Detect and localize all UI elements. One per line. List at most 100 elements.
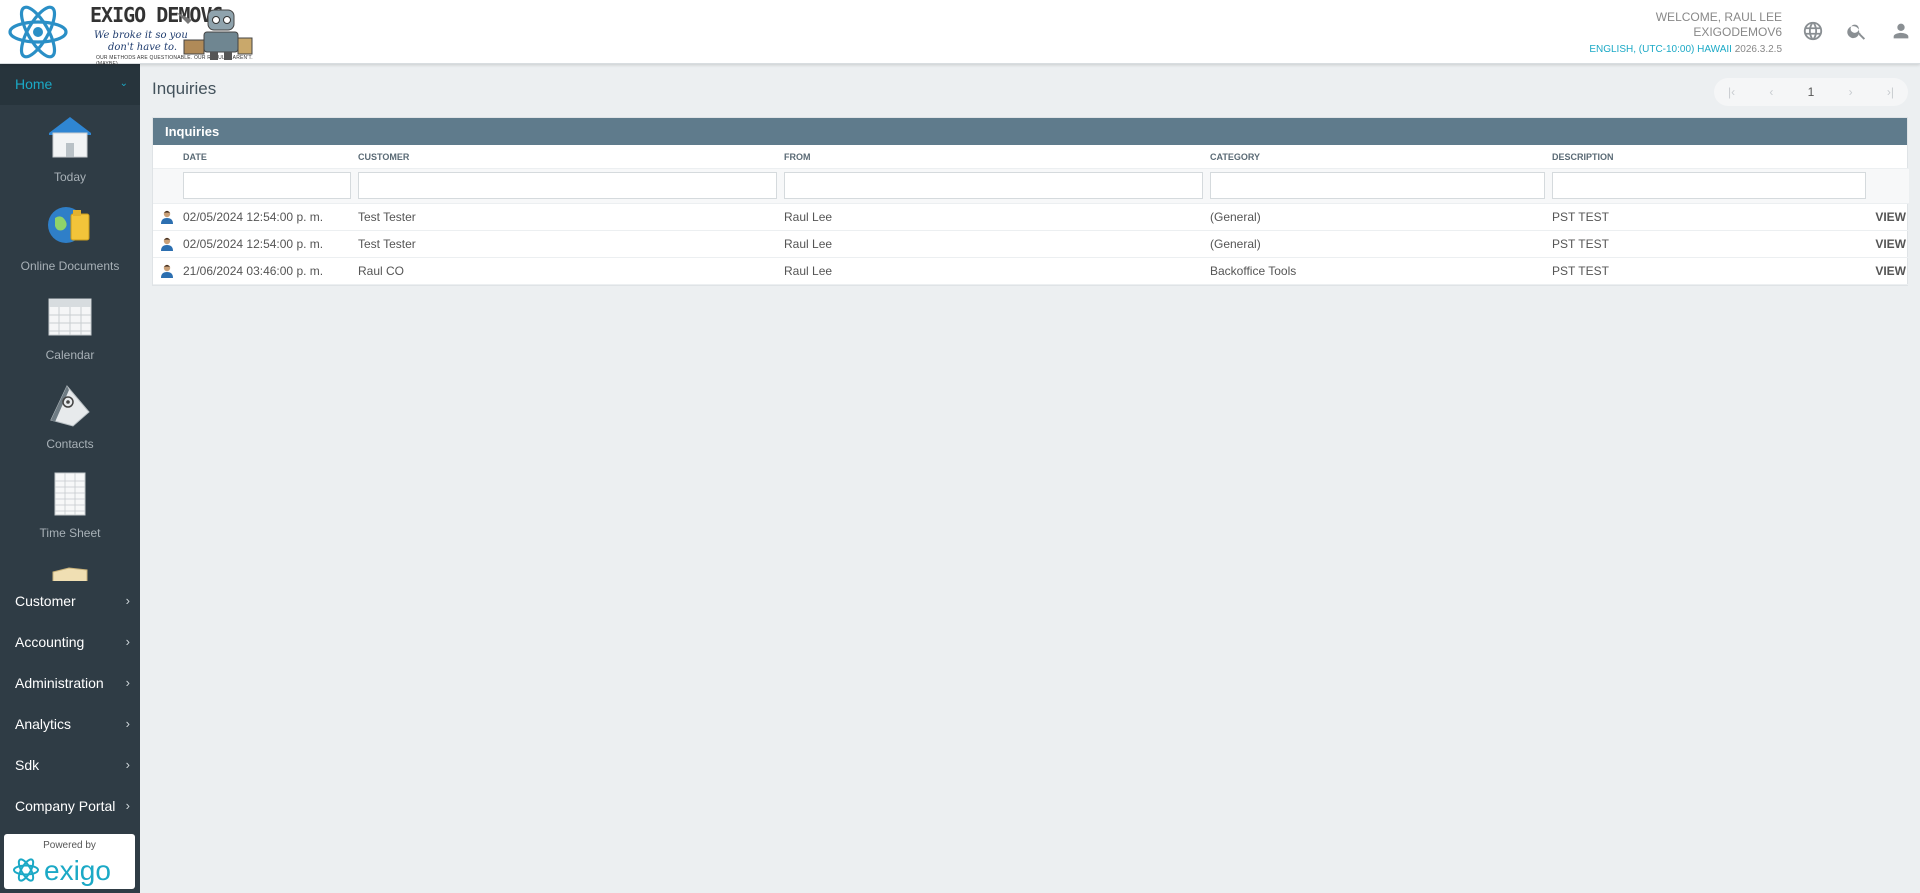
- sidebar-item-home[interactable]: Home ⌄: [0, 64, 140, 105]
- last-page-button[interactable]: ›|: [1887, 85, 1894, 99]
- cell-category: (General): [1207, 230, 1549, 258]
- panel-title: Inquiries: [153, 118, 1907, 145]
- search-button[interactable]: [1845, 19, 1869, 43]
- cell-date: 02/05/2024 12:54:00 p. m.: [180, 230, 355, 258]
- filter-cell: [1549, 167, 1870, 204]
- cell-category: Backoffice Tools: [1207, 257, 1549, 285]
- sidebar-item-label: Company Portal: [15, 798, 116, 814]
- prev-page-button[interactable]: ‹: [1769, 85, 1773, 99]
- logo-tagline-2: don't have to.: [108, 42, 177, 53]
- sidebar-item-sdk[interactable]: Sdk ›: [0, 745, 140, 786]
- date-filter-input[interactable]: [183, 171, 351, 199]
- from-filter-input[interactable]: [784, 171, 1203, 199]
- cell-date: 21/06/2024 03:46:00 p. m.: [180, 257, 355, 285]
- current-page[interactable]: 1: [1808, 85, 1815, 99]
- cell-description: PST TEST: [1549, 203, 1870, 231]
- column-header-category[interactable]: CATEGORY: [1207, 145, 1549, 168]
- cell-description: PST TEST: [1549, 230, 1870, 258]
- cell-category: (General): [1207, 203, 1549, 231]
- view-link[interactable]: VIEW: [1870, 230, 1909, 258]
- locale-text: ENGLISH, (UTC-10:00) HAWAII: [1589, 44, 1732, 55]
- cell-from: Raul Lee: [781, 230, 1207, 258]
- cell-from: Raul Lee: [781, 257, 1207, 285]
- first-page-button[interactable]: |‹: [1728, 85, 1735, 99]
- sidebar-item-analytics[interactable]: Analytics ›: [0, 704, 140, 745]
- filter-cell: [355, 167, 781, 204]
- sidebar-item-administration[interactable]: Administration ›: [0, 663, 140, 704]
- app-time-sheet[interactable]: Time Sheet: [0, 461, 140, 550]
- column-header-from[interactable]: FROM: [781, 145, 1207, 168]
- search-icon: [1847, 24, 1866, 40]
- table-header-row: DATE CUSTOMER FROM CATEGORY DESCRIPTION: [153, 145, 1909, 168]
- filter-row: [153, 167, 1909, 204]
- sidebar-item-company-portal[interactable]: Company Portal ›: [0, 786, 140, 827]
- column-header-action: [1870, 145, 1909, 168]
- top-header: EXIGO DEMOV6 We broke it so you don't ha…: [0, 0, 1920, 67]
- category-filter-input[interactable]: [1210, 171, 1545, 199]
- view-link[interactable]: VIEW: [1870, 203, 1909, 231]
- atom-logo-icon: [8, 5, 68, 59]
- column-header-customer[interactable]: CUSTOMER: [355, 145, 781, 168]
- powered-by-badge[interactable]: Powered by exigo: [4, 834, 135, 889]
- filter-cell-empty: [153, 167, 180, 204]
- app-today[interactable]: Today: [0, 105, 140, 194]
- locale-info[interactable]: ENGLISH, (UTC-10:00) HAWAII 2026.3.2.5: [1589, 42, 1782, 58]
- view-link[interactable]: VIEW: [1870, 257, 1909, 285]
- description-filter-input[interactable]: [1552, 171, 1866, 199]
- row-icon-cell: [153, 203, 180, 231]
- filter-cell: [781, 167, 1207, 204]
- column-header-date[interactable]: DATE: [180, 145, 355, 168]
- sidebar-item-label: Administration: [15, 675, 104, 691]
- cell-description: PST TEST: [1549, 257, 1870, 285]
- chevron-right-icon: ›: [125, 716, 130, 731]
- company-name: EXIGODEMOV6: [1693, 25, 1782, 39]
- calendar-icon: [48, 298, 92, 336]
- cell-customer: Raul CO: [355, 257, 781, 285]
- table-row[interactable]: 02/05/2024 12:54:00 p. m. Test Tester Ra…: [153, 230, 1909, 258]
- app-calendar[interactable]: Calendar: [0, 283, 140, 372]
- app-online-documents[interactable]: Online Documents: [0, 194, 140, 283]
- user-profile-button[interactable]: [1889, 19, 1913, 43]
- user-info: WELCOME, RAUL LEE EXIGODEMOV6 ENGLISH, (…: [1589, 10, 1782, 58]
- table-row[interactable]: 21/06/2024 03:46:00 p. m. Raul CO Raul L…: [153, 257, 1909, 285]
- cell-customer: Test Tester: [355, 230, 781, 258]
- globe-icon: [1803, 21, 1823, 41]
- welcome-text: WELCOME, RAUL LEE: [1655, 10, 1782, 24]
- chevron-right-icon: ›: [125, 593, 130, 608]
- sidebar-item-customer[interactable]: Customer ›: [0, 581, 140, 622]
- column-header-description[interactable]: DESCRIPTION: [1549, 145, 1870, 168]
- app-partial[interactable]: [0, 550, 140, 581]
- user-avatar-icon: [160, 237, 173, 251]
- app-label: Contacts: [46, 437, 94, 451]
- next-page-button[interactable]: ›: [1849, 85, 1853, 99]
- app-contacts[interactable]: Contacts: [0, 372, 140, 461]
- chevron-right-icon: ›: [125, 675, 130, 690]
- table-row[interactable]: 02/05/2024 12:54:00 p. m. Test Tester Ra…: [153, 203, 1909, 231]
- row-icon-cell: [153, 257, 180, 285]
- language-globe-button[interactable]: [1801, 19, 1825, 43]
- filter-cell: [180, 167, 355, 204]
- cell-customer: Test Tester: [355, 203, 781, 231]
- globe-folder-icon: [48, 207, 90, 243]
- page-title: Inquiries: [152, 79, 217, 98]
- pager: |‹ ‹ 1 › ›|: [1714, 78, 1908, 106]
- sidebar-item-label: Customer: [15, 593, 76, 609]
- app-label: Time Sheet: [39, 526, 101, 540]
- sidebar-item-label: Home: [15, 76, 53, 92]
- user-avatar-icon: [160, 210, 173, 224]
- robot-mascot-icon: [176, 9, 253, 60]
- column-header-icon: [153, 145, 180, 168]
- inquiries-panel: Inquiries DATE CUSTOMER FROM CATEGORY DE…: [152, 117, 1909, 286]
- sidebar-item-label: Sdk: [15, 757, 40, 773]
- cell-date: 02/05/2024 12:54:00 p. m.: [180, 203, 355, 231]
- filter-cell-empty: [1870, 167, 1909, 204]
- timesheet-icon: [54, 472, 86, 516]
- sidebar-item-accounting[interactable]: Accounting ›: [0, 622, 140, 663]
- chevron-right-icon: ›: [125, 634, 130, 649]
- home-app-list[interactable]: Today Online Documents Calendar Contacts…: [0, 105, 140, 581]
- customer-filter-input[interactable]: [358, 171, 777, 199]
- filter-cell: [1207, 167, 1549, 204]
- main-content: Inquiries |‹ ‹ 1 › ›| Inquiries DATE CUS…: [140, 64, 1920, 893]
- company-logo[interactable]: EXIGO DEMOV6 We broke it so you don't ha…: [4, 0, 254, 67]
- powered-by-text: Powered by: [43, 840, 96, 851]
